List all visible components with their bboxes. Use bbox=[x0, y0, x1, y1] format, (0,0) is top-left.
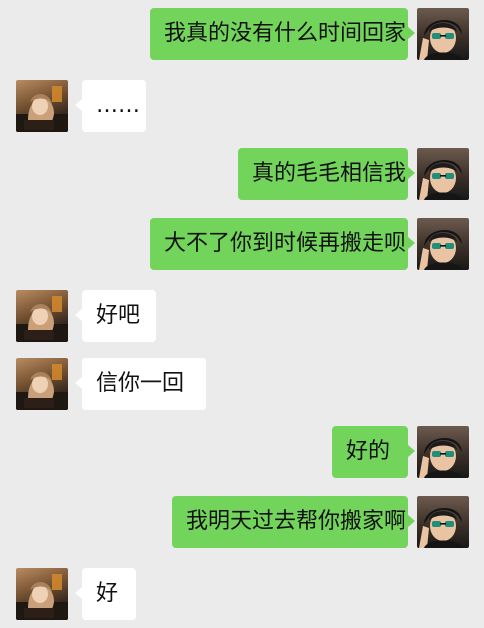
chat-message: 好的 bbox=[0, 422, 484, 482]
contact-avatar[interactable] bbox=[16, 290, 68, 342]
chat-message: 大不了你到时候再搬走呗 bbox=[0, 214, 484, 274]
chat-message: 好 bbox=[0, 564, 484, 624]
chat-message: …… bbox=[0, 76, 484, 136]
message-bubble[interactable]: 好吧 bbox=[82, 290, 156, 342]
chat-message: 好吧 bbox=[0, 286, 484, 346]
sunglasses-avatar-icon bbox=[419, 159, 463, 200]
chat-message: 我真的没有什么时间回家 bbox=[0, 4, 484, 64]
girl-avatar-icon bbox=[16, 364, 68, 410]
message-bubble[interactable]: 好的 bbox=[332, 426, 408, 478]
contact-avatar[interactable] bbox=[16, 80, 68, 132]
chat-message: 我明天过去帮你搬家啊 bbox=[0, 492, 484, 552]
user-avatar[interactable] bbox=[417, 426, 469, 478]
user-avatar[interactable] bbox=[417, 148, 469, 200]
message-bubble[interactable]: 真的毛毛相信我 bbox=[238, 148, 408, 200]
user-avatar[interactable] bbox=[417, 8, 469, 60]
girl-avatar-icon bbox=[16, 296, 68, 342]
girl-avatar-icon bbox=[16, 86, 68, 132]
bubble-tail bbox=[407, 514, 415, 528]
user-avatar[interactable] bbox=[417, 218, 469, 270]
girl-avatar-icon bbox=[16, 574, 68, 620]
message-bubble[interactable]: …… bbox=[82, 80, 146, 132]
contact-avatar[interactable] bbox=[16, 568, 68, 620]
sunglasses-avatar-icon bbox=[419, 437, 463, 478]
sunglasses-avatar-icon bbox=[419, 19, 463, 60]
message-bubble[interactable]: 好 bbox=[82, 568, 136, 620]
bubble-tail bbox=[407, 444, 415, 458]
bubble-tail bbox=[407, 236, 415, 250]
bubble-tail bbox=[407, 26, 415, 40]
message-bubble[interactable]: 大不了你到时候再搬走呗 bbox=[150, 218, 408, 270]
user-avatar[interactable] bbox=[417, 496, 469, 548]
bubble-tail bbox=[407, 166, 415, 180]
chat-message: 信你一回 bbox=[0, 354, 484, 414]
chat-message: 真的毛毛相信我 bbox=[0, 144, 484, 204]
message-bubble[interactable]: 我明天过去帮你搬家啊 bbox=[172, 496, 408, 548]
message-bubble[interactable]: 我真的没有什么时间回家 bbox=[150, 8, 408, 60]
message-bubble[interactable]: 信你一回 bbox=[82, 358, 206, 410]
contact-avatar[interactable] bbox=[16, 358, 68, 410]
sunglasses-avatar-icon bbox=[419, 229, 463, 270]
sunglasses-avatar-icon bbox=[419, 507, 463, 548]
